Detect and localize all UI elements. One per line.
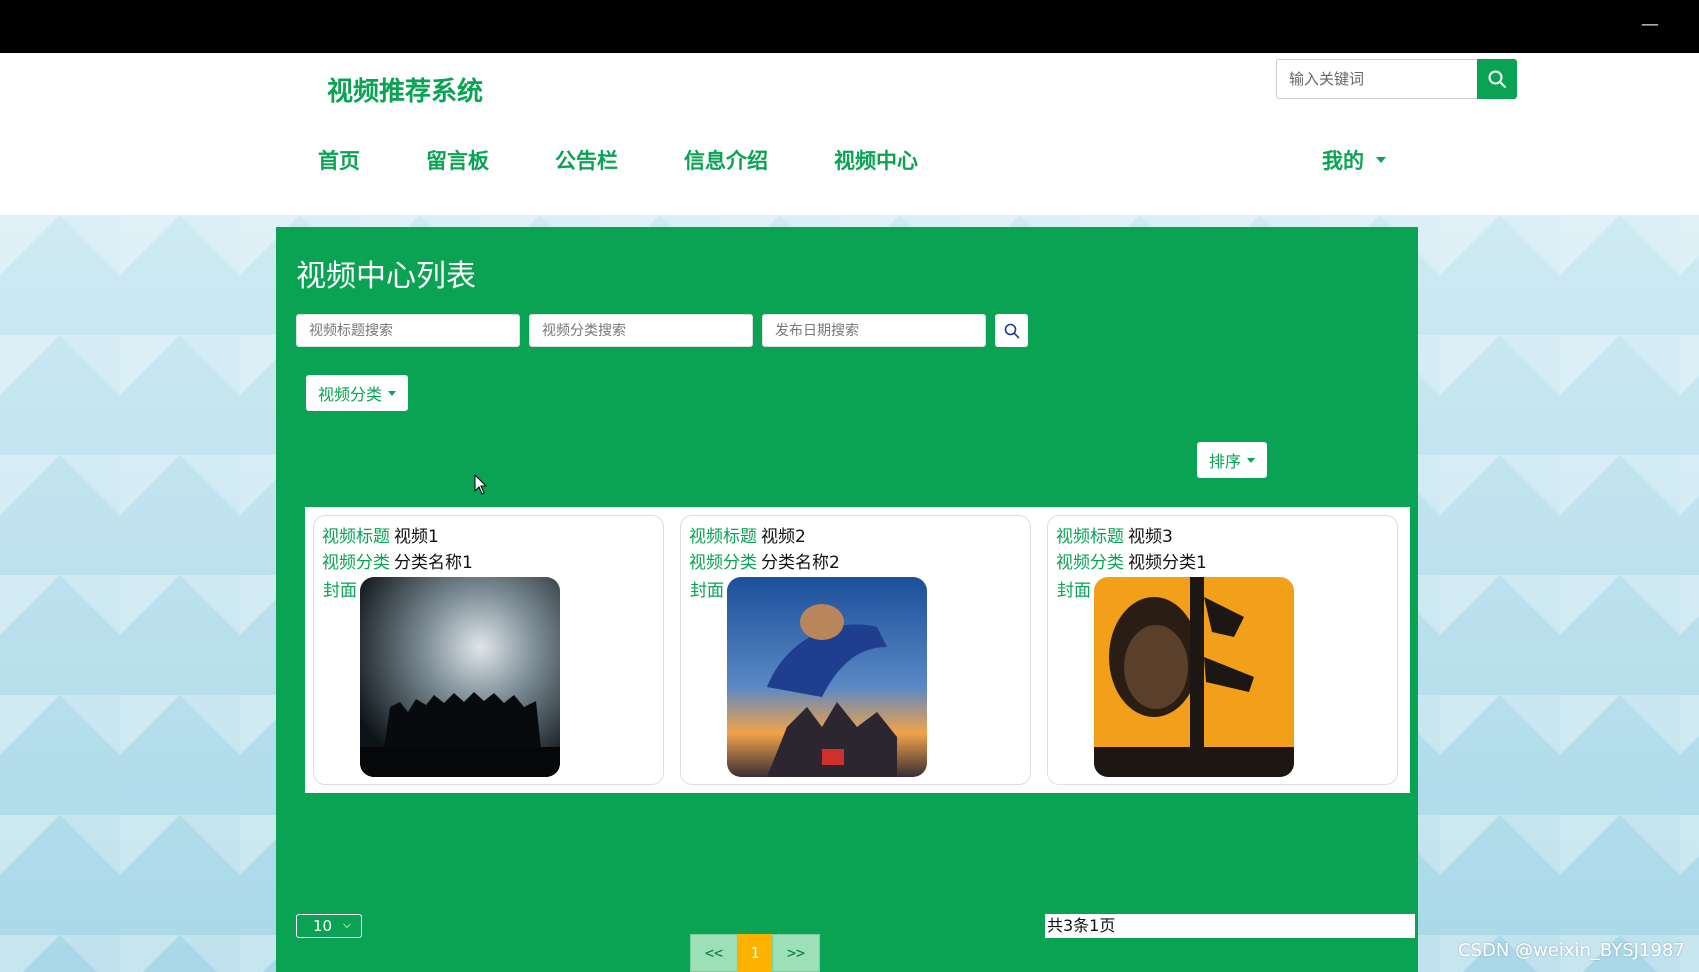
mine-menu[interactable]: 我的	[1322, 145, 1386, 175]
action-movie-poster	[1094, 577, 1294, 777]
card-title-row: 视频标题 视频2	[689, 524, 1022, 550]
next-page-button[interactable]: >>	[772, 934, 820, 972]
header-search-button[interactable]	[1477, 59, 1517, 99]
card-title-value: 视频2	[761, 527, 806, 547]
card-category-row: 视频分类 视频分类1	[1056, 550, 1389, 576]
search-icon	[1004, 323, 1019, 338]
video-card[interactable]: 视频标题 视频3 视频分类 视频分类1 封面	[1047, 515, 1398, 785]
main-nav: 首页 留言板 公告栏 信息介绍 视频中心	[300, 145, 966, 175]
chevron-down-icon	[343, 923, 351, 929]
card-cover-label: 封面	[1057, 581, 1091, 601]
title-search-input[interactable]	[296, 314, 520, 347]
search-filters	[296, 314, 1028, 347]
page-size-value: 10	[313, 917, 333, 935]
card-category-value: 分类名称1	[394, 553, 473, 573]
chevron-down-icon	[1247, 457, 1256, 463]
window-titlebar: —	[0, 0, 1699, 53]
nav-item-announcements[interactable]: 公告栏	[537, 145, 636, 175]
category-search-input[interactable]	[529, 314, 753, 347]
date-search-input[interactable]	[762, 314, 986, 347]
card-category-row: 视频分类 分类名称1	[322, 550, 655, 576]
site-header: 视频推荐系统 首页 留言板 公告栏 信息介绍 视频中心 我的	[0, 53, 1699, 215]
card-category-label: 视频分类	[689, 553, 757, 573]
nav-item-info[interactable]: 信息介绍	[666, 145, 786, 175]
chevron-down-icon	[1376, 157, 1386, 163]
nav-item-home[interactable]: 首页	[300, 145, 378, 175]
site-brand[interactable]: 视频推荐系统	[327, 71, 483, 108]
card-title-value: 视频1	[394, 527, 439, 547]
current-page-button[interactable]: 1	[738, 934, 772, 972]
card-category-value: 分类名称2	[761, 553, 840, 573]
card-title-row: 视频标题 视频1	[322, 524, 655, 550]
category-dropdown-button[interactable]: 视频分类	[306, 375, 409, 411]
sort-dropdown-button[interactable]: 排序	[1197, 442, 1268, 478]
chevron-down-icon	[388, 390, 397, 396]
pagination: << 1 >>	[690, 934, 820, 972]
card-title-label: 视频标题	[689, 527, 757, 547]
underdog-poster	[727, 577, 927, 777]
card-cover-image[interactable]	[360, 577, 560, 777]
prev-page-button[interactable]: <<	[690, 934, 738, 972]
page-size-select[interactable]: 10	[296, 914, 362, 938]
sort-dropdown-label: 排序	[1209, 452, 1242, 471]
mouse-cursor-icon	[474, 474, 488, 495]
card-category-value: 视频分类1	[1128, 553, 1207, 573]
video-card[interactable]: 视频标题 视频1 视频分类 分类名称1 封面	[313, 515, 664, 785]
mutant-chronicles-poster	[360, 577, 560, 777]
mine-menu-label: 我的	[1322, 149, 1364, 173]
card-title-row: 视频标题 视频3	[1056, 524, 1389, 550]
header-search-input[interactable]	[1276, 59, 1477, 99]
category-dropdown-label: 视频分类	[318, 385, 383, 404]
search-icon	[1488, 70, 1506, 88]
card-category-label: 视频分类	[1056, 553, 1124, 573]
video-center-panel: 视频中心列表 视频分类 排序 视频标题视频1 视频分类分类名称1 封面	[276, 227, 1418, 972]
card-cover-label: 封面	[323, 581, 357, 601]
watermark: CSDN @weixin_BYSJ1987	[1458, 940, 1685, 961]
card-cover-label: 封面	[690, 581, 724, 601]
card-category-label: 视频分类	[322, 553, 390, 573]
card-title-label: 视频标题	[322, 527, 390, 547]
total-count: 共3条1页	[1045, 914, 1415, 938]
card-title-label: 视频标题	[1056, 527, 1124, 547]
filter-search-button[interactable]	[995, 314, 1028, 347]
nav-item-video-center[interactable]: 视频中心	[816, 145, 936, 175]
minimize-button[interactable]: —	[1641, 14, 1659, 35]
card-cover-image[interactable]	[727, 577, 927, 777]
card-cover-image[interactable]	[1094, 577, 1294, 777]
page-title: 视频中心列表	[296, 259, 476, 294]
card-title-value: 视频3	[1128, 527, 1173, 547]
video-card-list: 视频标题 视频1 视频分类 分类名称1 封面 视频标题 视频2 视频分类 分类名…	[305, 507, 1410, 793]
video-card[interactable]: 视频标题 视频2 视频分类 分类名称2 封面	[680, 515, 1031, 785]
nav-item-message-board[interactable]: 留言板	[408, 145, 507, 175]
header-search	[1276, 59, 1517, 99]
card-category-row: 视频分类 分类名称2	[689, 550, 1022, 576]
